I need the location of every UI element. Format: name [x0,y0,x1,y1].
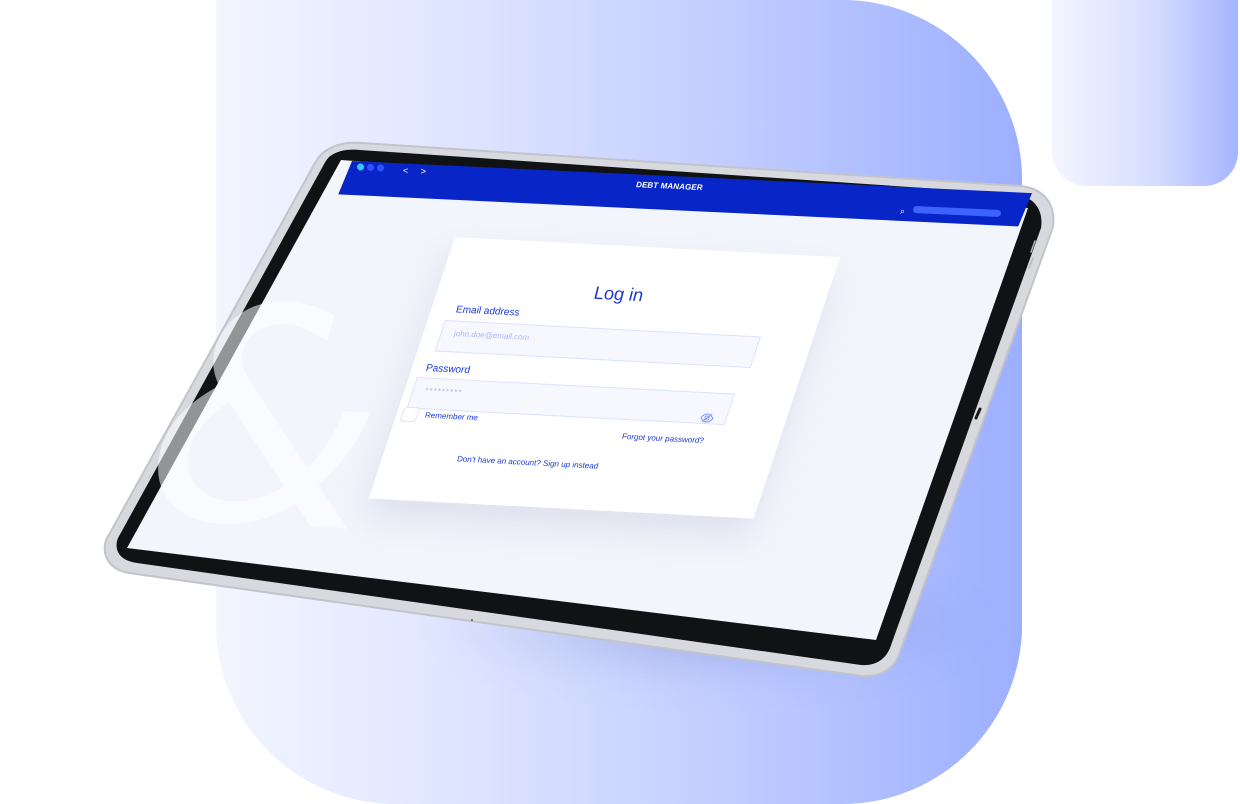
window-control-dot[interactable] [366,163,375,172]
camera-dot [471,619,473,621]
search-icon[interactable]: ⌕ [900,206,908,216]
window-controls [356,163,387,172]
window-control-dot[interactable] [376,164,385,172]
background-stage: < > DEBT MANAGER ⌕ & Log in Email addres… [0,0,1240,804]
window-control-active-dot[interactable] [356,163,365,171]
navigation-arrows[interactable]: < > [403,165,431,176]
